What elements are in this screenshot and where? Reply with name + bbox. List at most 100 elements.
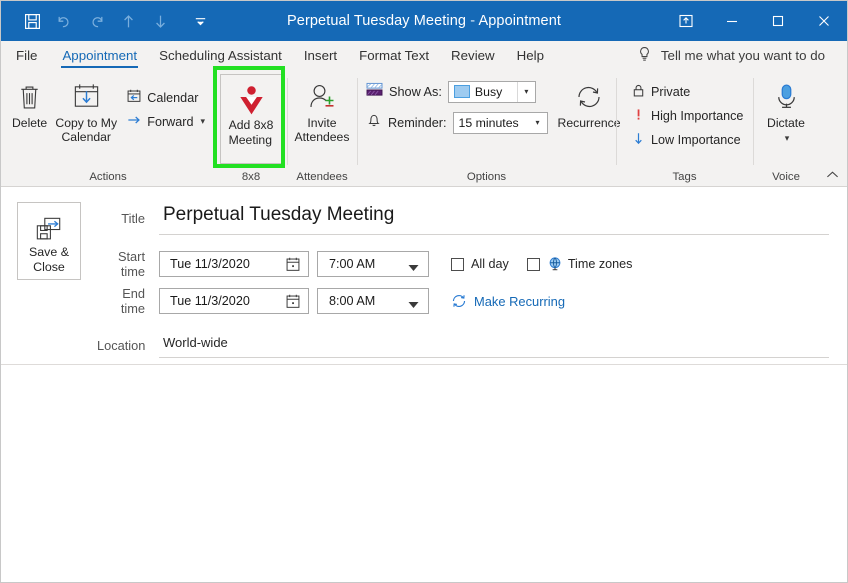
chevron-up-icon[interactable]: [823, 166, 841, 184]
chevron-down-icon[interactable]: ▾: [200, 116, 205, 127]
chevron-down-icon[interactable]: [408, 298, 419, 312]
customize-qat-icon[interactable]: [185, 7, 215, 35]
chevron-down-icon[interactable]: [408, 261, 419, 275]
invite-attendees-button[interactable]: Invite Attendees: [292, 76, 352, 144]
tab-insert-label: Insert: [303, 48, 338, 63]
copy-to-my-calendar-button[interactable]: Copy to My Calendar: [53, 76, 119, 144]
delete-button[interactable]: Delete: [6, 76, 53, 130]
save-close-label-line2: Close: [33, 260, 65, 274]
low-importance-label: Low Importance: [651, 132, 741, 147]
end-time-input[interactable]: 8:00 AM: [317, 288, 429, 314]
start-time-value: 7:00 AM: [329, 257, 376, 271]
redo-icon[interactable]: [81, 7, 111, 35]
microphone-icon: [773, 80, 800, 114]
8x8-logo-icon: [238, 84, 265, 116]
private-label: Private: [651, 84, 691, 99]
invite-attendees-icon: [307, 80, 337, 114]
end-time-label: End time: [120, 286, 145, 316]
tab-appointment-label: Appointment: [62, 48, 138, 63]
ribbon-group-voice-label: Voice: [772, 171, 800, 183]
copy-to-my-calendar-label-line2: Calendar: [61, 130, 111, 144]
dictate-button[interactable]: Dictate ▾: [758, 76, 814, 145]
minimize-button[interactable]: [709, 1, 755, 41]
end-date-input[interactable]: Tue 11/3/2020: [159, 288, 309, 314]
start-time-input[interactable]: 7:00 AM: [317, 251, 429, 277]
copy-to-calendar-icon: [71, 80, 102, 114]
high-importance-button[interactable]: High Importance: [626, 104, 748, 127]
undo-icon[interactable]: [49, 7, 79, 35]
calendar-button[interactable]: Calendar: [121, 86, 210, 109]
tab-file-label: File: [16, 48, 38, 63]
tags-buttons: Private High Importance Low Importance: [626, 76, 748, 151]
recurrence-button[interactable]: Recurrence: [558, 78, 621, 130]
chevron-down-icon[interactable]: ▾: [785, 131, 790, 145]
tab-scheduling-assistant[interactable]: Scheduling Assistant: [148, 41, 293, 70]
chevron-down-icon[interactable]: ▾: [516, 81, 535, 102]
tab-format-text[interactable]: Format Text: [348, 41, 440, 70]
lightbulb-icon: [637, 46, 652, 66]
show-as-icon: [366, 82, 383, 102]
tab-review[interactable]: Review: [440, 41, 506, 70]
window-controls: [663, 1, 847, 41]
title-input[interactable]: Perpetual Tuesday Meeting: [159, 201, 829, 235]
time-zones-checkbox[interactable]: [526, 257, 540, 271]
chevron-down-icon[interactable]: ▾: [529, 113, 547, 133]
all-day-label: All day: [471, 257, 509, 271]
calendar-picker-icon[interactable]: [285, 293, 301, 313]
private-button[interactable]: Private: [626, 80, 748, 103]
tell-me-search[interactable]: Tell me what you want to do: [637, 41, 847, 70]
recurrence-label: Recurrence: [557, 116, 621, 130]
make-recurring-link[interactable]: Make Recurring: [451, 293, 565, 309]
tab-appointment[interactable]: Appointment: [51, 41, 148, 70]
exclamation-icon: [631, 107, 646, 125]
recurrence-small-icon: [451, 293, 467, 309]
appointment-form: Save & Close Title Perpetual Tuesday Mee…: [1, 187, 847, 365]
add-8x8-meeting-button[interactable]: Add 8x8 Meeting: [220, 74, 282, 164]
forward-button[interactable]: Forward ▾: [121, 110, 210, 133]
close-button[interactable]: [801, 1, 847, 41]
save-and-close-button[interactable]: Save & Close: [17, 202, 81, 280]
ribbon-group-options: Show As: Busy ▾ Reminder: 15 minutes ▾ R…: [357, 70, 621, 187]
high-importance-label: High Importance: [651, 108, 744, 123]
lock-icon: [631, 83, 646, 101]
ribbon-group-tags: Private High Importance Low Importance T…: [616, 70, 753, 187]
title-bar: Perpetual Tuesday Meeting - Appointment: [1, 1, 847, 41]
low-importance-button[interactable]: Low Importance: [626, 128, 748, 151]
tab-format-text-label: Format Text: [359, 48, 430, 63]
all-day-checkbox-row[interactable]: All day: [451, 257, 509, 271]
maximize-button[interactable]: [755, 1, 801, 41]
calendar-label: Calendar: [147, 90, 199, 105]
show-as-label: Show As:: [389, 84, 442, 99]
tab-file[interactable]: File: [1, 41, 51, 70]
up-arrow-icon[interactable]: [113, 7, 143, 35]
calendar-picker-icon[interactable]: [285, 256, 301, 276]
reminder-dropdown[interactable]: 15 minutes ▾: [452, 111, 548, 134]
appointment-body-editor[interactable]: [1, 365, 847, 575]
show-as-dropdown[interactable]: Busy ▾: [447, 80, 536, 103]
save-close-label-line1: Save &: [29, 245, 69, 259]
show-as-row: Show As: Busy ▾: [366, 78, 548, 105]
title-value: Perpetual Tuesday Meeting: [163, 203, 395, 225]
down-arrow-blue-icon: [631, 131, 646, 149]
start-date-value: Tue 11/3/2020: [170, 257, 250, 271]
ribbon: Delete Copy to My Calendar Calendar Forw…: [1, 66, 847, 187]
delete-label: Delete: [11, 116, 48, 130]
save-icon[interactable]: [17, 7, 47, 35]
time-zones-checkbox-row[interactable]: Time zones: [526, 256, 633, 272]
tab-help[interactable]: Help: [506, 41, 555, 70]
reminder-label: Reminder:: [388, 115, 447, 130]
all-day-checkbox[interactable]: [451, 257, 464, 271]
down-arrow-icon[interactable]: [145, 7, 175, 35]
start-date-input[interactable]: Tue 11/3/2020: [159, 251, 309, 277]
location-input[interactable]: World-wide: [159, 332, 829, 358]
form-fields: Title Perpetual Tuesday Meeting Start ti…: [97, 201, 829, 358]
tab-insert[interactable]: Insert: [293, 41, 348, 70]
ribbon-display-options-icon[interactable]: [663, 1, 709, 41]
location-value: World-wide: [163, 334, 228, 350]
time-zones-label: Time zones: [567, 257, 633, 271]
ribbon-group-actions-label: Actions: [89, 171, 127, 183]
recurrence-icon: [574, 80, 604, 114]
show-as-value: Busy: [474, 84, 503, 99]
tell-me-label: Tell me what you want to do: [660, 48, 825, 63]
busy-color-swatch: [453, 85, 470, 98]
